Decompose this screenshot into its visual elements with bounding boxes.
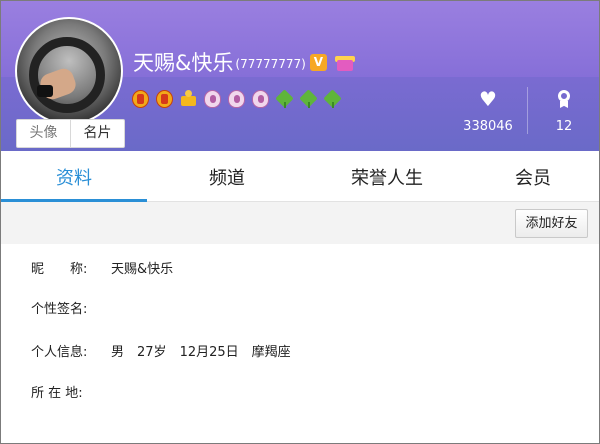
leaf-icon[interactable] <box>276 90 293 108</box>
tab-channel[interactable]: 频道 <box>147 151 307 201</box>
crown-red-icon[interactable] <box>132 90 149 108</box>
age-value: 27岁 <box>137 345 167 360</box>
nickname-text: 天赐&快乐 <box>133 51 234 75</box>
crown-red-icon[interactable] <box>156 90 173 108</box>
profile-window: 头像 名片 天赐&快乐 (77777777) V ♥ 338046 12 资料 … <box>0 0 600 444</box>
badge-row <box>132 90 348 108</box>
add-friend-button[interactable]: 添加好友 <box>515 209 588 238</box>
likes-stat[interactable]: ♥ 338046 <box>449 87 527 134</box>
tab-member[interactable]: 会员 <box>467 151 599 201</box>
like-count: 338046 <box>463 119 513 134</box>
gift-icon[interactable] <box>334 54 355 71</box>
signature-row: 个性签名: <box>31 298 111 317</box>
signature-label: 个性签名: <box>31 302 88 317</box>
personal-info-label: 个人信息: <box>31 345 88 360</box>
shield-icon[interactable] <box>228 90 245 108</box>
heart-icon: ♥ <box>479 87 497 111</box>
tab-honor[interactable]: 荣誉人生 <box>307 151 467 201</box>
profile-header: 头像 名片 天赐&快乐 (77777777) V ♥ 338046 12 <box>1 1 599 151</box>
card-tab-button[interactable]: 名片 <box>70 120 124 147</box>
profile-tabs: 资料 频道 荣誉人生 会员 <box>1 151 599 202</box>
nickname-row: 昵 称: 天赐&快乐 <box>31 258 173 277</box>
avatar[interactable] <box>15 17 123 125</box>
crown-gold-icon[interactable] <box>180 90 197 108</box>
avatar-card-switch: 头像 名片 <box>16 119 125 148</box>
leaf-icon[interactable] <box>324 90 341 108</box>
shield-icon[interactable] <box>252 90 269 108</box>
action-toolbar <box>1 202 599 244</box>
location-row: 所 在 地: <box>31 382 111 401</box>
zodiac-value: 摩羯座 <box>251 345 291 360</box>
vip-badge-icon[interactable]: V <box>309 53 327 71</box>
shield-icon[interactable] <box>204 90 221 108</box>
avatar-container[interactable] <box>15 17 123 125</box>
leaf-icon[interactable] <box>300 90 317 108</box>
personal-info-row: 个人信息: 男 27岁 12月25日 摩羯座 <box>31 341 304 360</box>
medals-stat[interactable]: 12 <box>527 87 599 134</box>
birthday-value: 12月25日 <box>179 345 239 360</box>
medal-count: 12 <box>555 119 573 134</box>
medal-icon <box>557 90 571 108</box>
gender-value: 男 <box>111 345 125 360</box>
nickname-label: 昵 称: <box>31 262 88 277</box>
location-label: 所 在 地: <box>31 386 83 401</box>
avatar-tab-button[interactable]: 头像 <box>17 120 70 147</box>
tab-profile-info[interactable]: 资料 <box>1 151 147 202</box>
qq-number-text: (77777777) <box>235 57 306 71</box>
nickname-value: 天赐&快乐 <box>111 262 174 277</box>
name-row: 天赐&快乐 (77777777) V <box>133 47 355 77</box>
stats-area: ♥ 338046 12 <box>449 87 599 134</box>
watch-shape <box>37 85 53 97</box>
